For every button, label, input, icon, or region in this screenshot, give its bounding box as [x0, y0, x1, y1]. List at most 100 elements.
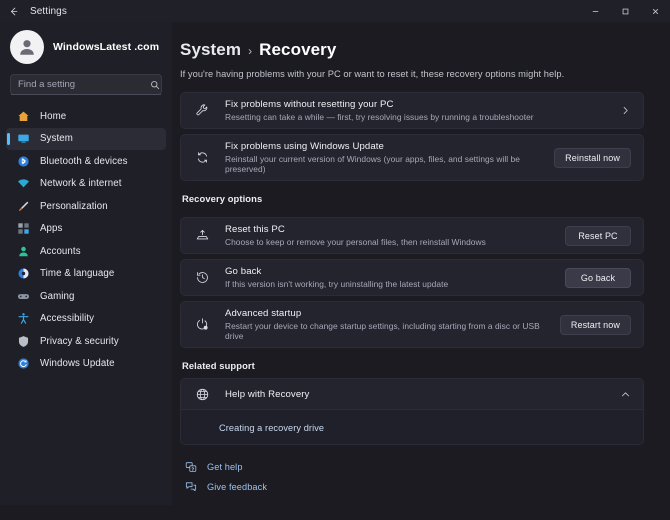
give-feedback-link[interactable]: Give feedback: [184, 481, 644, 493]
accessibility-icon: [16, 311, 31, 326]
back-button[interactable]: [0, 0, 26, 22]
expander-body: Creating a recovery drive: [181, 409, 643, 444]
clock-globe-icon: [16, 266, 31, 281]
main-content: System › Recovery If you're having probl…: [172, 22, 670, 505]
card-advanced-startup: Advanced startup Restart your device to …: [180, 301, 644, 348]
sidebar-nav: Home System Bluetooth & devices Network …: [0, 105, 172, 505]
avatar: [10, 30, 44, 64]
chevron-right-icon[interactable]: [620, 105, 631, 116]
card-reset-this-pc: Reset this PC Choose to keep or remove y…: [180, 217, 644, 254]
card-text: Go back If this version isn't working, t…: [225, 260, 555, 295]
breadcrumb-parent[interactable]: System: [180, 40, 241, 60]
gamepad-icon: [16, 289, 31, 304]
card-fix-problems-without-resetting[interactable]: Fix problems without resetting your PC R…: [180, 92, 644, 129]
search-box[interactable]: [10, 74, 162, 95]
sidebar-item-apps[interactable]: Apps: [6, 218, 166, 241]
go-back-button[interactable]: Go back: [565, 267, 631, 288]
reset-pc-button[interactable]: Reset PC: [565, 225, 631, 246]
sidebar-item-accounts[interactable]: Accounts: [6, 240, 166, 263]
search-icon: [150, 80, 160, 90]
home-icon: [16, 109, 31, 124]
card-text: Help with Recovery: [225, 383, 610, 406]
card-text: Advanced startup Restart your device to …: [225, 302, 550, 347]
card-action: Reset PC: [565, 225, 631, 246]
card-description: Choose to keep or remove your personal f…: [225, 237, 486, 247]
page-subtitle: If you're having problems with your PC o…: [180, 69, 565, 79]
card-title: Go back: [225, 266, 262, 277]
sidebar-item-label: Gaming: [40, 290, 75, 302]
apps-grid-icon: [16, 221, 31, 236]
window-title: Settings: [30, 5, 67, 17]
sidebar-item-network-internet[interactable]: Network & internet: [6, 173, 166, 196]
related-support-heading: Related support: [182, 360, 255, 371]
bluetooth-icon: [16, 154, 31, 169]
card-title: Fix problems using Windows Update: [225, 141, 384, 152]
card-description: If this version isn't working, try unins…: [225, 279, 449, 289]
sidebar-item-privacy-security[interactable]: Privacy & security: [6, 330, 166, 353]
sidebar-item-personalization[interactable]: Personalization: [6, 195, 166, 218]
sidebar-item-label: Accessibility: [40, 313, 95, 325]
globe-help-icon: [193, 387, 211, 402]
wrench-icon: [193, 103, 211, 118]
sidebar-item-label: Home: [40, 110, 67, 122]
maximize-button[interactable]: [610, 0, 640, 22]
top-cards: Fix problems without resetting your PC R…: [180, 92, 644, 181]
sidebar-item-bluetooth-devices[interactable]: Bluetooth & devices: [6, 150, 166, 173]
card-fix-problems-using-windows-update: Fix problems using Windows Update Reinst…: [180, 134, 644, 181]
account-name: WindowsLatest .com: [53, 41, 160, 53]
card-title: Advanced startup: [225, 308, 302, 319]
settings-window: Settings WindowsLatest .com Find a setti…: [0, 0, 670, 520]
wifi-icon: [16, 176, 31, 191]
reinstall-now-button[interactable]: Reinstall now: [554, 147, 631, 168]
footer-link-label: Give feedback: [207, 482, 268, 492]
sidebar-item-label: Network & internet: [40, 178, 122, 190]
footer-link-label: Get help: [207, 462, 243, 472]
sidebar-item-label: Windows Update: [40, 358, 115, 370]
close-button[interactable]: [640, 0, 670, 22]
restart-now-button[interactable]: Restart now: [559, 314, 631, 335]
card-title: Fix problems without resetting your PC: [225, 99, 394, 110]
update-refresh-icon: [16, 356, 31, 371]
sidebar-item-home[interactable]: Home: [6, 105, 166, 128]
card-action: Restart now: [559, 314, 631, 335]
card-go-back: Go back If this version isn't working, t…: [180, 259, 644, 296]
card-description: Restart your device to change startup se…: [225, 321, 540, 341]
bottom-bar: [0, 505, 670, 520]
card-text: Fix problems without resetting your PC R…: [225, 93, 610, 128]
recovery-cards: Reset this PC Choose to keep or remove y…: [180, 217, 644, 348]
chevron-up-icon[interactable]: [620, 389, 631, 400]
card-description: Reinstall your current version of Window…: [225, 154, 520, 174]
refresh-icon: [193, 150, 211, 165]
sidebar-item-time-language[interactable]: Time & language: [6, 263, 166, 286]
sidebar-item-label: System: [40, 133, 73, 145]
card-title: Reset this PC: [225, 224, 285, 235]
card-text: Reset this PC Choose to keep or remove y…: [225, 218, 555, 253]
sidebar-item-system[interactable]: System: [6, 127, 166, 150]
window-controls: [580, 0, 670, 22]
help-with-recovery-expander: Help with Recovery Creating a recovery d…: [180, 378, 644, 445]
sidebar-item-windows-update[interactable]: Windows Update: [6, 353, 166, 376]
link-creating-a-recovery-drive[interactable]: Creating a recovery drive: [219, 423, 324, 433]
recovery-options-heading: Recovery options: [182, 193, 263, 204]
history-clock-icon: [193, 270, 211, 285]
sidebar-item-label: Apps: [40, 223, 63, 235]
shield-icon: [16, 334, 31, 349]
account-block[interactable]: WindowsLatest .com: [0, 22, 172, 74]
expander-header[interactable]: Help with Recovery: [181, 379, 643, 409]
breadcrumb: System › Recovery: [180, 40, 644, 60]
sidebar-item-label: Personalization: [40, 200, 108, 212]
card-action: Reinstall now: [554, 147, 631, 168]
search-input[interactable]: [18, 79, 150, 90]
get-help-link[interactable]: Get help: [184, 461, 644, 473]
page-title: Recovery: [259, 40, 337, 59]
power-gear-icon: [193, 317, 211, 332]
search-container: [0, 74, 172, 95]
get-help-icon: [184, 461, 198, 473]
breadcrumb-separator-icon: ›: [248, 44, 253, 58]
minimize-button[interactable]: [580, 0, 610, 22]
sidebar-item-gaming[interactable]: Gaming: [6, 285, 166, 308]
sidebar-item-accessibility[interactable]: Accessibility: [6, 308, 166, 331]
sidebar-item-label: Time & language: [40, 268, 115, 280]
sidebar: WindowsLatest .com Home: [0, 22, 172, 505]
title-bar: Settings: [0, 0, 670, 22]
